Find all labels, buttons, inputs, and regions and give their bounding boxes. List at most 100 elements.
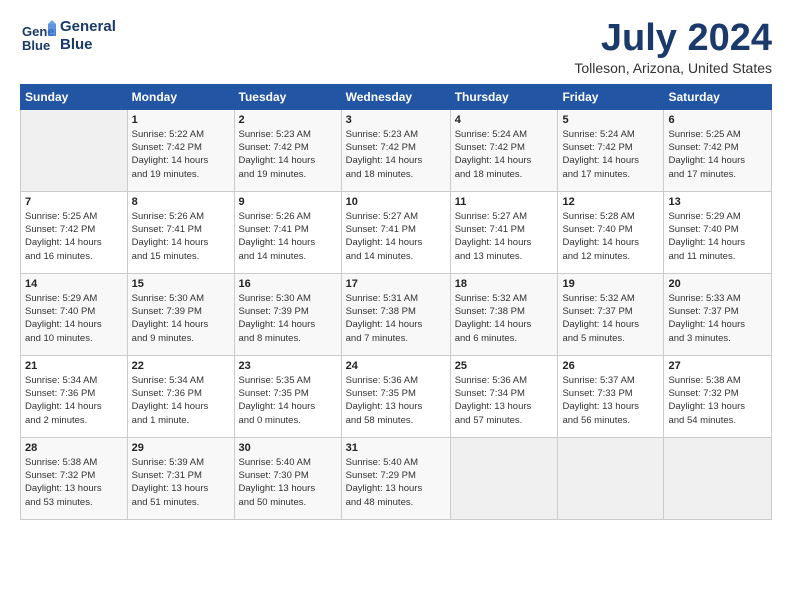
day-detail: Sunrise: 5:36 AMSunset: 7:34 PMDaylight:… (455, 374, 554, 427)
day-number: 16 (239, 278, 337, 290)
day-number: 10 (346, 196, 446, 208)
day-number: 21 (25, 360, 123, 372)
header-saturday: Saturday (664, 84, 772, 109)
calendar-cell: 8 Sunrise: 5:26 AMSunset: 7:41 PMDaylight… (127, 191, 234, 273)
day-detail: Sunrise: 5:38 AMSunset: 7:32 PMDaylight:… (668, 374, 767, 427)
logo: General Blue General Blue (20, 18, 116, 54)
header-sunday: Sunday (21, 84, 128, 109)
day-detail: Sunrise: 5:35 AMSunset: 7:35 PMDaylight:… (239, 374, 337, 427)
calendar-cell: 17 Sunrise: 5:31 AMSunset: 7:38 PMDayligh… (341, 273, 450, 355)
calendar-cell: 11 Sunrise: 5:27 AMSunset: 7:41 PMDayligh… (450, 191, 558, 273)
day-number: 18 (455, 278, 554, 290)
day-detail: Sunrise: 5:37 AMSunset: 7:33 PMDaylight:… (562, 374, 659, 427)
calendar-cell: 20 Sunrise: 5:33 AMSunset: 7:37 PMDayligh… (664, 273, 772, 355)
day-detail: Sunrise: 5:29 AMSunset: 7:40 PMDaylight:… (25, 292, 123, 345)
day-detail: Sunrise: 5:40 AMSunset: 7:29 PMDaylight:… (346, 456, 446, 509)
day-number: 25 (455, 360, 554, 372)
day-detail: Sunrise: 5:24 AMSunset: 7:42 PMDaylight:… (455, 128, 554, 181)
day-number: 28 (25, 442, 123, 454)
day-detail: Sunrise: 5:28 AMSunset: 7:40 PMDaylight:… (562, 210, 659, 263)
day-number: 17 (346, 278, 446, 290)
day-detail: Sunrise: 5:33 AMSunset: 7:37 PMDaylight:… (668, 292, 767, 345)
calendar-cell: 12 Sunrise: 5:28 AMSunset: 7:40 PMDayligh… (558, 191, 664, 273)
week-row-2: 7Sunrise: 5:25 AMSunset: 7:42 PMDaylight… (21, 191, 772, 273)
day-number: 15 (132, 278, 230, 290)
calendar-cell: 30 Sunrise: 5:40 AMSunset: 7:30 PMDayligh… (234, 437, 341, 519)
day-number: 31 (346, 442, 446, 454)
day-detail: Sunrise: 5:25 AMSunset: 7:42 PMDaylight:… (668, 128, 767, 181)
calendar-cell: 9Sunrise: 5:26 AMSunset: 7:41 PMDaylight… (234, 191, 341, 273)
day-number: 20 (668, 278, 767, 290)
day-detail: Sunrise: 5:30 AMSunset: 7:39 PMDaylight:… (239, 292, 337, 345)
calendar-cell: 18Sunrise: 5:32 AMSunset: 7:38 PMDayligh… (450, 273, 558, 355)
header-monday: Monday (127, 84, 234, 109)
day-number: 6 (668, 114, 767, 126)
calendar-cell: 2Sunrise: 5:23 AMSunset: 7:42 PMDaylight… (234, 109, 341, 191)
day-number: 5 (562, 114, 659, 126)
header-friday: Friday (558, 84, 664, 109)
calendar-cell: 24Sunrise: 5:36 AMSunset: 7:35 PMDayligh… (341, 355, 450, 437)
day-number: 4 (455, 114, 554, 126)
day-detail: Sunrise: 5:39 AMSunset: 7:31 PMDaylight:… (132, 456, 230, 509)
week-row-4: 21 Sunrise: 5:34 AMSunset: 7:36 PMDayligh… (21, 355, 772, 437)
day-detail: Sunrise: 5:29 AMSunset: 7:40 PMDaylight:… (668, 210, 767, 263)
day-number: 22 (132, 360, 230, 372)
day-number: 29 (132, 442, 230, 454)
day-number: 8 (132, 196, 230, 208)
header-tuesday: Tuesday (234, 84, 341, 109)
calendar-cell: 28 Sunrise: 5:38 AMSunset: 7:32 PMDayligh… (21, 437, 128, 519)
day-detail: Sunrise: 5:32 AMSunset: 7:37 PMDaylight:… (562, 292, 659, 345)
day-detail: Sunrise: 5:27 AMSunset: 7:41 PMDaylight:… (346, 210, 446, 263)
calendar-cell: 7Sunrise: 5:25 AMSunset: 7:42 PMDaylight… (21, 191, 128, 273)
calendar-header-row: SundayMondayTuesdayWednesdayThursdayFrid… (21, 84, 772, 109)
day-number: 13 (668, 196, 767, 208)
calendar-cell: 16 Sunrise: 5:30 AMSunset: 7:39 PMDayligh… (234, 273, 341, 355)
calendar-cell: 5Sunrise: 5:24 AMSunset: 7:42 PMDaylight… (558, 109, 664, 191)
calendar-cell: 26 Sunrise: 5:37 AMSunset: 7:33 PMDayligh… (558, 355, 664, 437)
calendar-table: SundayMondayTuesdayWednesdayThursdayFrid… (20, 84, 772, 520)
calendar-cell: 21Sunrise: 5:34 AMSunset: 7:36 PMDayligh… (21, 355, 128, 437)
day-number: 12 (562, 196, 659, 208)
day-number: 30 (239, 442, 337, 454)
day-detail: Sunrise: 5:40 AMSunset: 7:30 PMDaylight:… (239, 456, 337, 509)
day-detail: Sunrise: 5:27 AMSunset: 7:41 PMDaylight:… (455, 210, 554, 263)
day-number: 24 (346, 360, 446, 372)
logo-icon: General Blue (20, 18, 56, 54)
title-area: July 2024 Tolleson, Arizona, United Stat… (574, 18, 772, 76)
day-detail: Sunrise: 5:34 AMSunset: 7:36 PMDaylight:… (132, 374, 230, 427)
week-row-1: 1 Sunrise: 5:22 AMSunset: 7:42 PMDaylight… (21, 109, 772, 191)
day-detail: Sunrise: 5:26 AMSunset: 7:41 PMDaylight:… (239, 210, 337, 263)
day-detail: Sunrise: 5:25 AMSunset: 7:42 PMDaylight:… (25, 210, 123, 263)
day-number: 3 (346, 114, 446, 126)
day-number: 2 (239, 114, 337, 126)
day-number: 11 (455, 196, 554, 208)
day-detail: Sunrise: 5:23 AMSunset: 7:42 PMDaylight:… (346, 128, 446, 181)
calendar-cell: 6 Sunrise: 5:25 AMSunset: 7:42 PMDaylight… (664, 109, 772, 191)
day-number: 23 (239, 360, 337, 372)
calendar-cell: 3 Sunrise: 5:23 AMSunset: 7:42 PMDaylight… (341, 109, 450, 191)
calendar-cell: 25 Sunrise: 5:36 AMSunset: 7:34 PMDayligh… (450, 355, 558, 437)
day-detail: Sunrise: 5:31 AMSunset: 7:38 PMDaylight:… (346, 292, 446, 345)
header-thursday: Thursday (450, 84, 558, 109)
calendar-cell: 31 Sunrise: 5:40 AMSunset: 7:29 PMDayligh… (341, 437, 450, 519)
logo-text-line2: Blue (60, 36, 116, 54)
calendar-cell: 10 Sunrise: 5:27 AMSunset: 7:41 PMDayligh… (341, 191, 450, 273)
day-number: 1 (132, 114, 230, 126)
location: Tolleson, Arizona, United States (574, 60, 772, 76)
calendar-cell (450, 437, 558, 519)
calendar-cell (664, 437, 772, 519)
calendar-cell: 1 Sunrise: 5:22 AMSunset: 7:42 PMDaylight… (127, 109, 234, 191)
week-row-5: 28 Sunrise: 5:38 AMSunset: 7:32 PMDayligh… (21, 437, 772, 519)
day-number: 26 (562, 360, 659, 372)
calendar-cell: 14Sunrise: 5:29 AMSunset: 7:40 PMDayligh… (21, 273, 128, 355)
day-number: 19 (562, 278, 659, 290)
day-detail: Sunrise: 5:38 AMSunset: 7:32 PMDaylight:… (25, 456, 123, 509)
day-detail: Sunrise: 5:26 AMSunset: 7:41 PMDaylight:… (132, 210, 230, 263)
calendar-cell (21, 109, 128, 191)
calendar-cell: 22 Sunrise: 5:34 AMSunset: 7:36 PMDayligh… (127, 355, 234, 437)
logo-text-line1: General (60, 18, 116, 36)
day-detail: Sunrise: 5:22 AMSunset: 7:42 PMDaylight:… (132, 128, 230, 181)
header-wednesday: Wednesday (341, 84, 450, 109)
calendar-cell: 23 Sunrise: 5:35 AMSunset: 7:35 PMDayligh… (234, 355, 341, 437)
calendar-cell: 27Sunrise: 5:38 AMSunset: 7:32 PMDayligh… (664, 355, 772, 437)
